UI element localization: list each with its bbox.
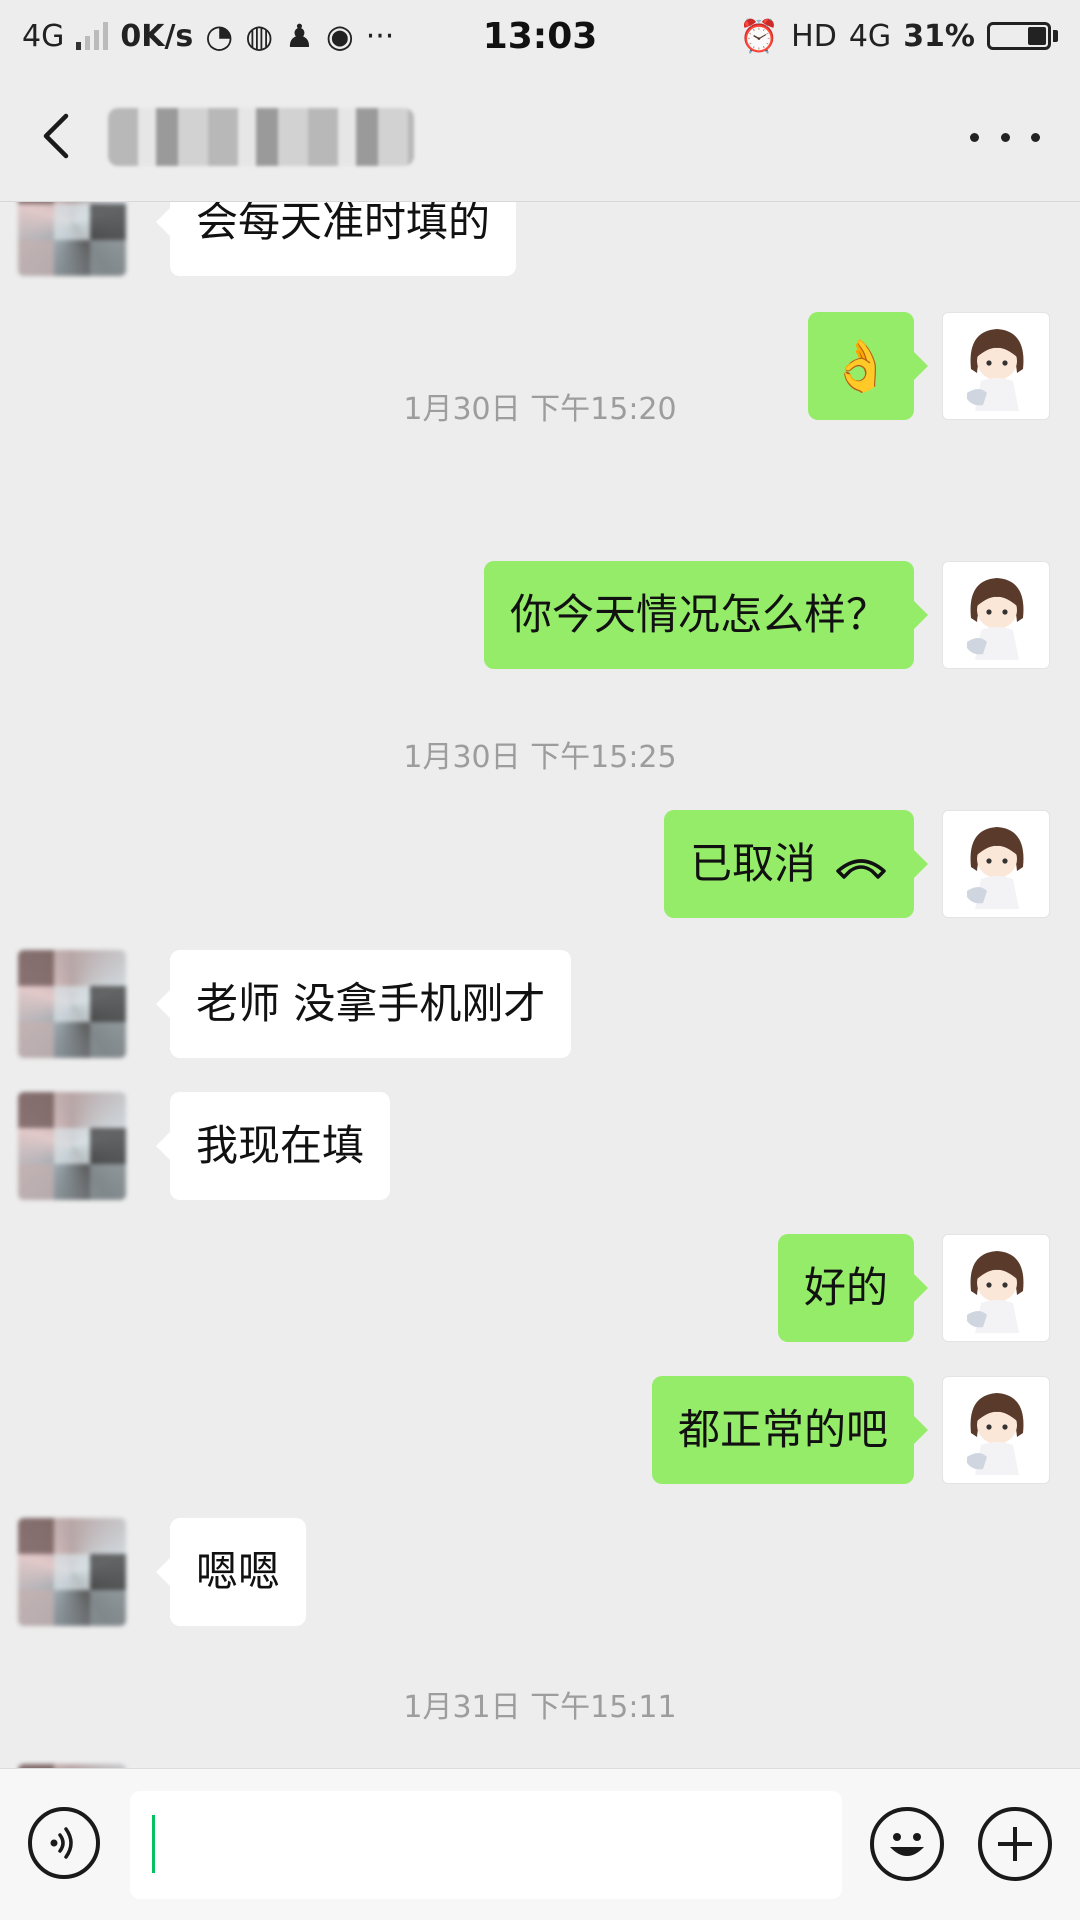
my-avatar[interactable] <box>942 1234 1050 1342</box>
my-avatar[interactable] <box>942 1376 1050 1484</box>
more-notifications-icon: ··· <box>365 18 395 54</box>
chat-header <box>0 72 1080 202</box>
girl-avatar-icon <box>967 578 1024 660</box>
my-avatar[interactable] <box>942 561 1050 669</box>
contact-avatar[interactable] <box>18 202 126 276</box>
status-bar: 4G 0K/s ◔ ◍ ♟ ◉ ··· ⏰ HD 4G 31% <box>0 0 1080 72</box>
girl-avatar-icon <box>967 1251 1024 1333</box>
status-left: 4G 0K/s ◔ ◍ ♟ ◉ ··· <box>22 19 394 54</box>
girl-avatar-icon <box>967 1393 1024 1475</box>
my-avatar[interactable] <box>942 810 1050 918</box>
emoji-button[interactable] <box>870 1807 944 1881</box>
input-bar <box>0 1768 1080 1920</box>
alarm-icon: ⏰ <box>739 17 780 55</box>
message-bubble[interactable]: 会每天准时填的 <box>155 202 517 276</box>
planet-icon: ◍ <box>245 17 274 55</box>
contact-avatar[interactable] <box>18 1092 126 1200</box>
message-bubble[interactable]: 都正常的吧 <box>651 1376 929 1484</box>
battery-percent: 31% <box>903 18 975 54</box>
more-dots-icon <box>970 132 979 142</box>
timestamp: 1月30日 下午15:25 <box>403 740 677 775</box>
hd-indicator: HD <box>791 18 837 54</box>
message-bubble[interactable]: 好的 <box>777 1234 929 1342</box>
network-type-right: 4G <box>848 18 892 54</box>
call-status-text: 已取消 <box>689 839 816 888</box>
contact-avatar[interactable] <box>18 1518 126 1626</box>
qq-browser-icon: ◔ <box>205 17 234 55</box>
voice-icon <box>50 1827 73 1859</box>
plus-button[interactable] <box>978 1807 1052 1881</box>
chevron-left-icon <box>43 113 69 159</box>
text-caret <box>152 1815 155 1873</box>
weibo-icon: ◉ <box>325 17 354 55</box>
message-bubble[interactable]: 我现在填 <box>155 1092 391 1200</box>
network-type-left: 4G <box>22 18 65 54</box>
message-bubble[interactable]: 你今天情况怎么样？ <box>483 561 929 669</box>
status-right: ⏰ HD 4G 31% <box>739 19 1058 54</box>
back-button[interactable] <box>30 106 90 166</box>
timestamp: 1月31日 下午15:11 <box>403 1690 677 1725</box>
chat-title-blurred <box>108 108 414 166</box>
battery-icon <box>987 22 1058 50</box>
emoji-icon <box>890 1833 924 1856</box>
signal-icon <box>76 22 109 50</box>
phone-hangup-icon <box>834 813 888 921</box>
message-input[interactable] <box>130 1791 842 1899</box>
plus-icon-vertical <box>1013 1827 1017 1861</box>
timestamp: 1月30日 下午15:20 <box>403 392 677 427</box>
network-speed: 0K/s <box>120 18 194 54</box>
contact-avatar[interactable] <box>18 950 126 1058</box>
message-bubble[interactable]: 老师 没拿手机刚才 <box>155 950 572 1058</box>
girl-avatar-icon <box>967 827 1024 909</box>
message-bubble[interactable]: 嗯嗯 <box>155 1518 307 1626</box>
qq-icon: ♟ <box>285 17 314 55</box>
message-list[interactable]: 会每天准时填的 👌 1月30日 下午15:20 你今天情况怎么样？ 1月30日 … <box>0 202 1080 1768</box>
more-button[interactable] <box>970 122 1040 152</box>
voice-button[interactable] <box>28 1807 100 1879</box>
call-record-bubble[interactable]: 已取消 <box>663 810 929 921</box>
